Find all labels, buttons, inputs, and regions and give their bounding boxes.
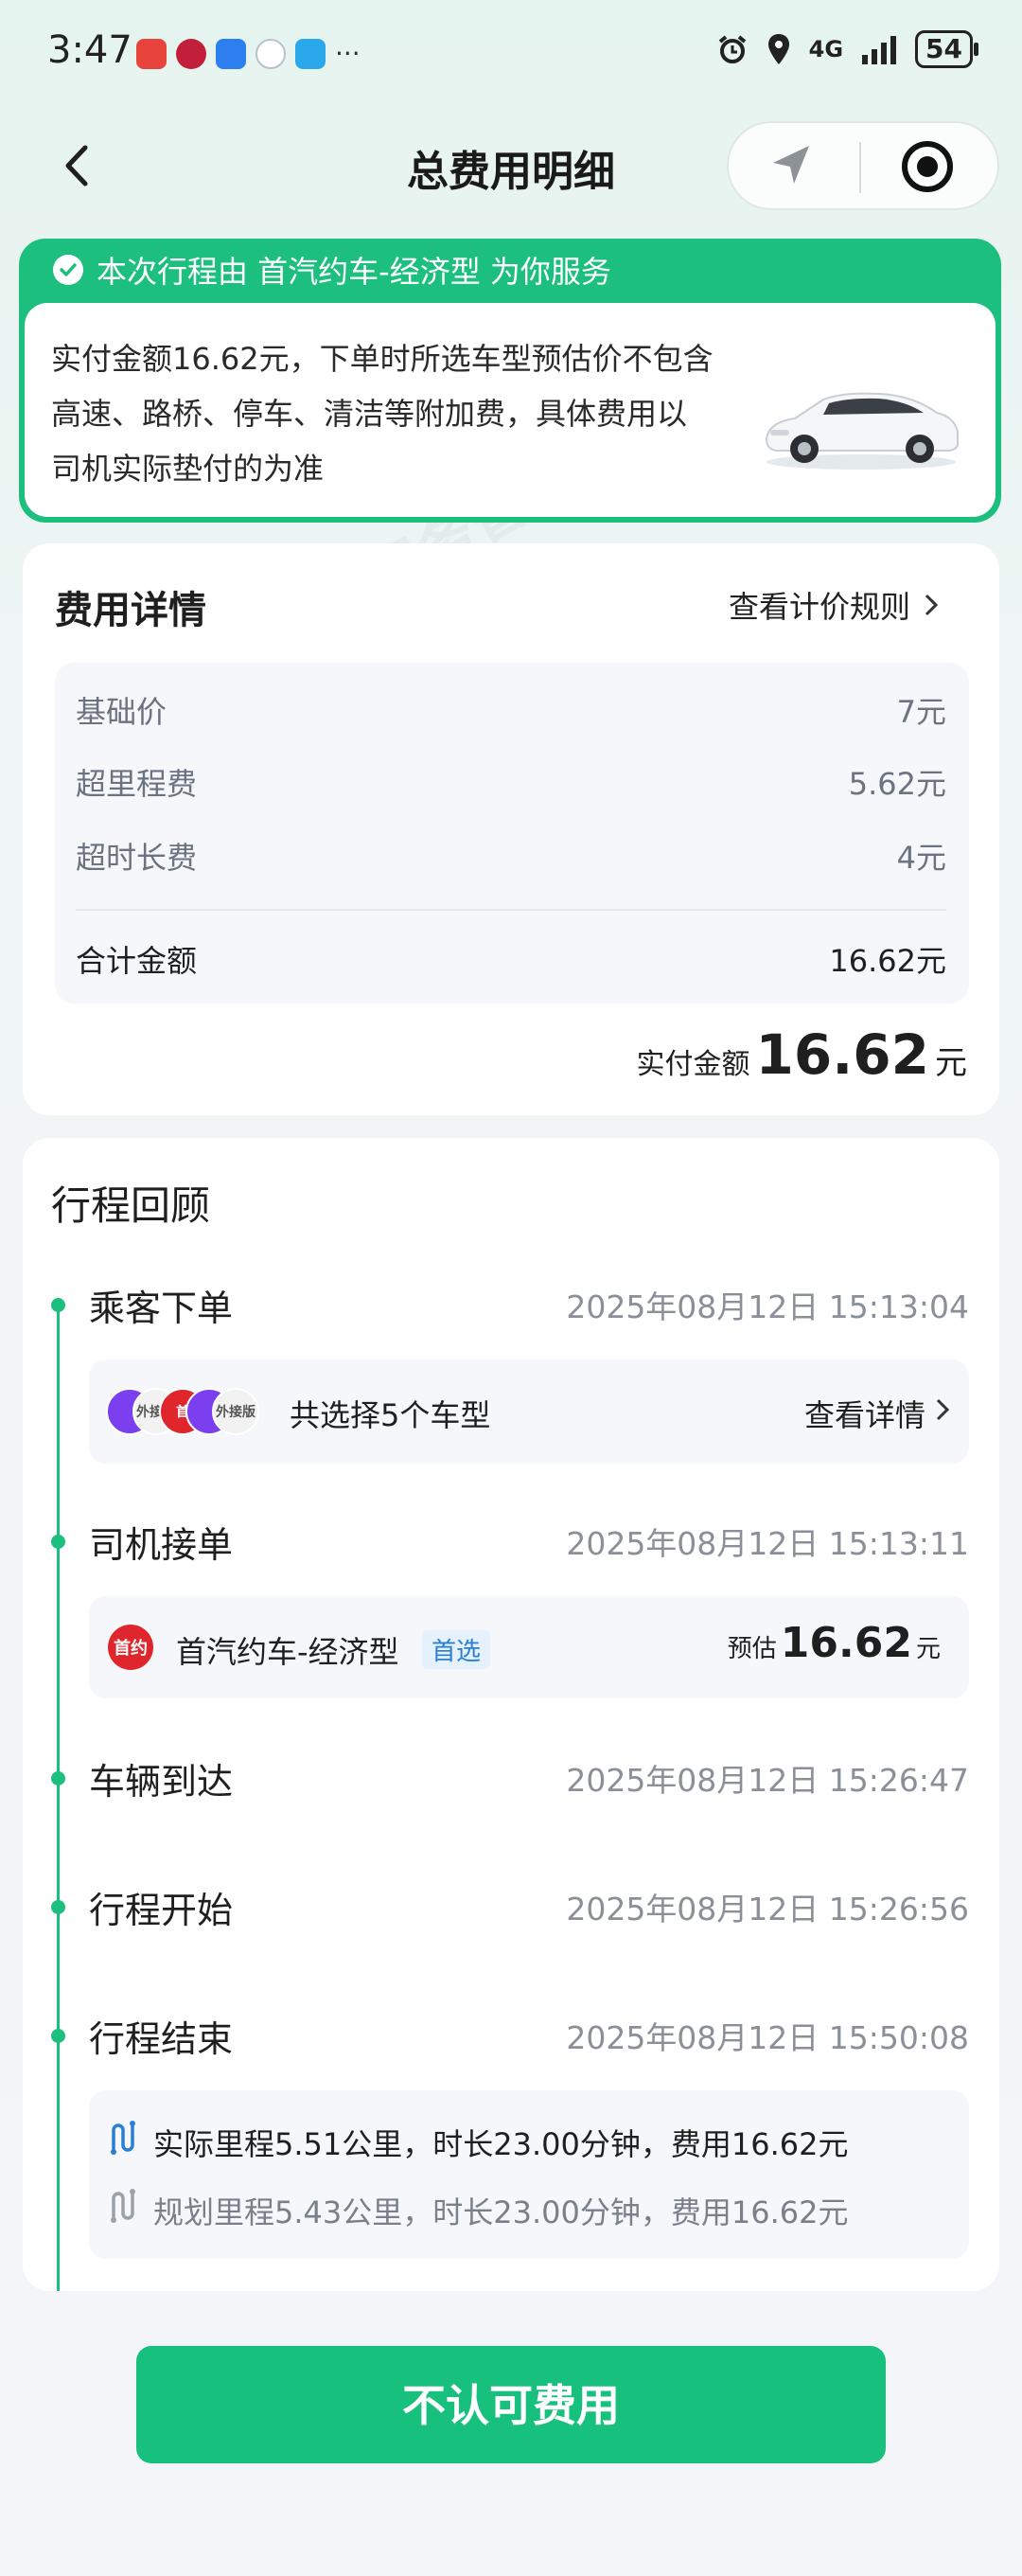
fee-row-label: 超里程费 xyxy=(76,766,198,802)
timeline-dot xyxy=(51,1771,65,1785)
event-time: 2025年08月12日 15:50:08 xyxy=(566,2019,969,2056)
cloud-app-icon xyxy=(295,38,326,69)
nav-divider xyxy=(859,142,861,193)
event-label: 车辆到达 xyxy=(89,1761,234,1803)
view-details-link[interactable]: 查看详情 xyxy=(804,1392,925,1435)
paid-label: 实付金额 xyxy=(636,1048,750,1081)
chat-app-icon xyxy=(256,38,286,69)
estimate-amount: 16.62 xyxy=(780,1619,912,1667)
status-app-icons: ··· xyxy=(136,38,361,69)
more-icon: ··· xyxy=(335,38,361,69)
fee-row-value: 7元 xyxy=(896,694,946,730)
fee-row-label: 基础价 xyxy=(76,694,167,730)
paid-amount: 实付金额 16.62 元 xyxy=(637,1022,967,1087)
car-type-text: 首汽约车-经济型 xyxy=(176,1634,399,1670)
event-label: 司机接单 xyxy=(89,1524,234,1566)
network-label: 4G xyxy=(808,36,844,62)
fee-row-label: 超时长费 xyxy=(76,840,198,876)
paid-number: 16.62 xyxy=(755,1022,929,1087)
paid-unit: 元 xyxy=(935,1044,967,1082)
banner-header-text: 本次行程由 首汽约车-经济型 为你服务 xyxy=(97,254,611,290)
timeline-dot xyxy=(51,1535,65,1549)
battery-indicator: 54 xyxy=(915,30,978,68)
banner-header: 本次行程由 首汽约车-经济型 为你服务 xyxy=(53,248,611,292)
chevron-right-icon xyxy=(925,594,939,616)
event-time: 2025年08月12日 15:26:47 xyxy=(566,1762,969,1799)
timeline-line xyxy=(57,1305,60,2291)
vehicle-logo-stack: 外接版 首 外接版 xyxy=(106,1388,267,1435)
fee-row-value: 5.62元 xyxy=(848,766,946,802)
fee-divider xyxy=(76,909,946,911)
status-indicators: 4G 54 xyxy=(716,30,978,68)
event-label: 行程结束 xyxy=(89,2018,234,2060)
navigation-arrow-icon[interactable] xyxy=(762,140,822,193)
total-value: 16.62元 xyxy=(829,943,946,979)
preferred-tag: 首选 xyxy=(422,1630,491,1669)
route-icon xyxy=(111,2121,135,2155)
order-vehicles-box[interactable]: 外接版 首 外接版 共选择5个车型 查看详情 xyxy=(89,1359,969,1464)
pricing-rules-link[interactable]: 查看计价规则 xyxy=(729,583,939,627)
accepted-vehicle-box: 首约 首汽约车-经济型 首选 预估 16.62 元 xyxy=(89,1596,969,1698)
event-time: 2025年08月12日 15:13:11 xyxy=(566,1525,969,1562)
actual-trip-text: 实际里程5.51公里，时长23.00分钟，费用16.62元 xyxy=(153,2126,849,2162)
estimate-label: 预估 xyxy=(727,1635,777,1663)
location-icon xyxy=(767,34,789,64)
car-illustration xyxy=(765,392,959,470)
event-label: 乘客下单 xyxy=(89,1288,234,1329)
dispute-fee-button[interactable]: 不认可费用 xyxy=(136,2346,886,2463)
alarm-icon xyxy=(718,35,746,63)
status-time: 3:47 xyxy=(47,28,132,72)
chevron-right-icon xyxy=(936,1398,950,1421)
check-icon xyxy=(53,255,83,285)
bank-app-icon xyxy=(176,38,206,69)
vehicle-count-text: 共选择5个车型 xyxy=(290,1397,491,1433)
total-label: 合计金额 xyxy=(76,943,198,979)
event-time: 2025年08月12日 15:26:56 xyxy=(566,1891,969,1928)
planned-trip-text: 规划里程5.43公里，时长23.00分钟，费用16.62元 xyxy=(153,2194,849,2230)
vehicle-logo: 外接版 xyxy=(212,1388,259,1435)
pricing-rules-label: 查看计价规则 xyxy=(729,589,911,625)
estimate-price: 预估 16.62 元 xyxy=(728,1619,941,1667)
fee-row-value: 4元 xyxy=(896,840,946,876)
timeline-dot xyxy=(51,1298,65,1312)
fee-detail-title: 费用详情 xyxy=(55,589,206,632)
timeline-dot xyxy=(51,2029,65,2043)
app-notification-icon xyxy=(136,38,167,69)
mail-app-icon xyxy=(216,38,246,69)
event-time: 2025年08月12日 15:13:04 xyxy=(566,1288,969,1325)
trip-summary-box: 实际里程5.51公里，时长23.00分钟，费用16.62元 规划里程5.43公里… xyxy=(89,2090,969,2259)
trip-review-title: 行程回顾 xyxy=(51,1182,211,1229)
shouyue-logo: 首约 xyxy=(108,1625,153,1670)
record-icon[interactable] xyxy=(899,138,956,195)
route-icon xyxy=(111,2189,135,2223)
timeline-dot xyxy=(51,1900,65,1914)
signal-icon xyxy=(862,36,897,64)
estimate-unit: 元 xyxy=(915,1635,941,1663)
banner-body-text: 实付金额16.62元，下单时所选车型预估价不包含高速、路桥、停车、清洁等附加费，… xyxy=(51,341,714,487)
event-label: 行程开始 xyxy=(89,1890,234,1931)
